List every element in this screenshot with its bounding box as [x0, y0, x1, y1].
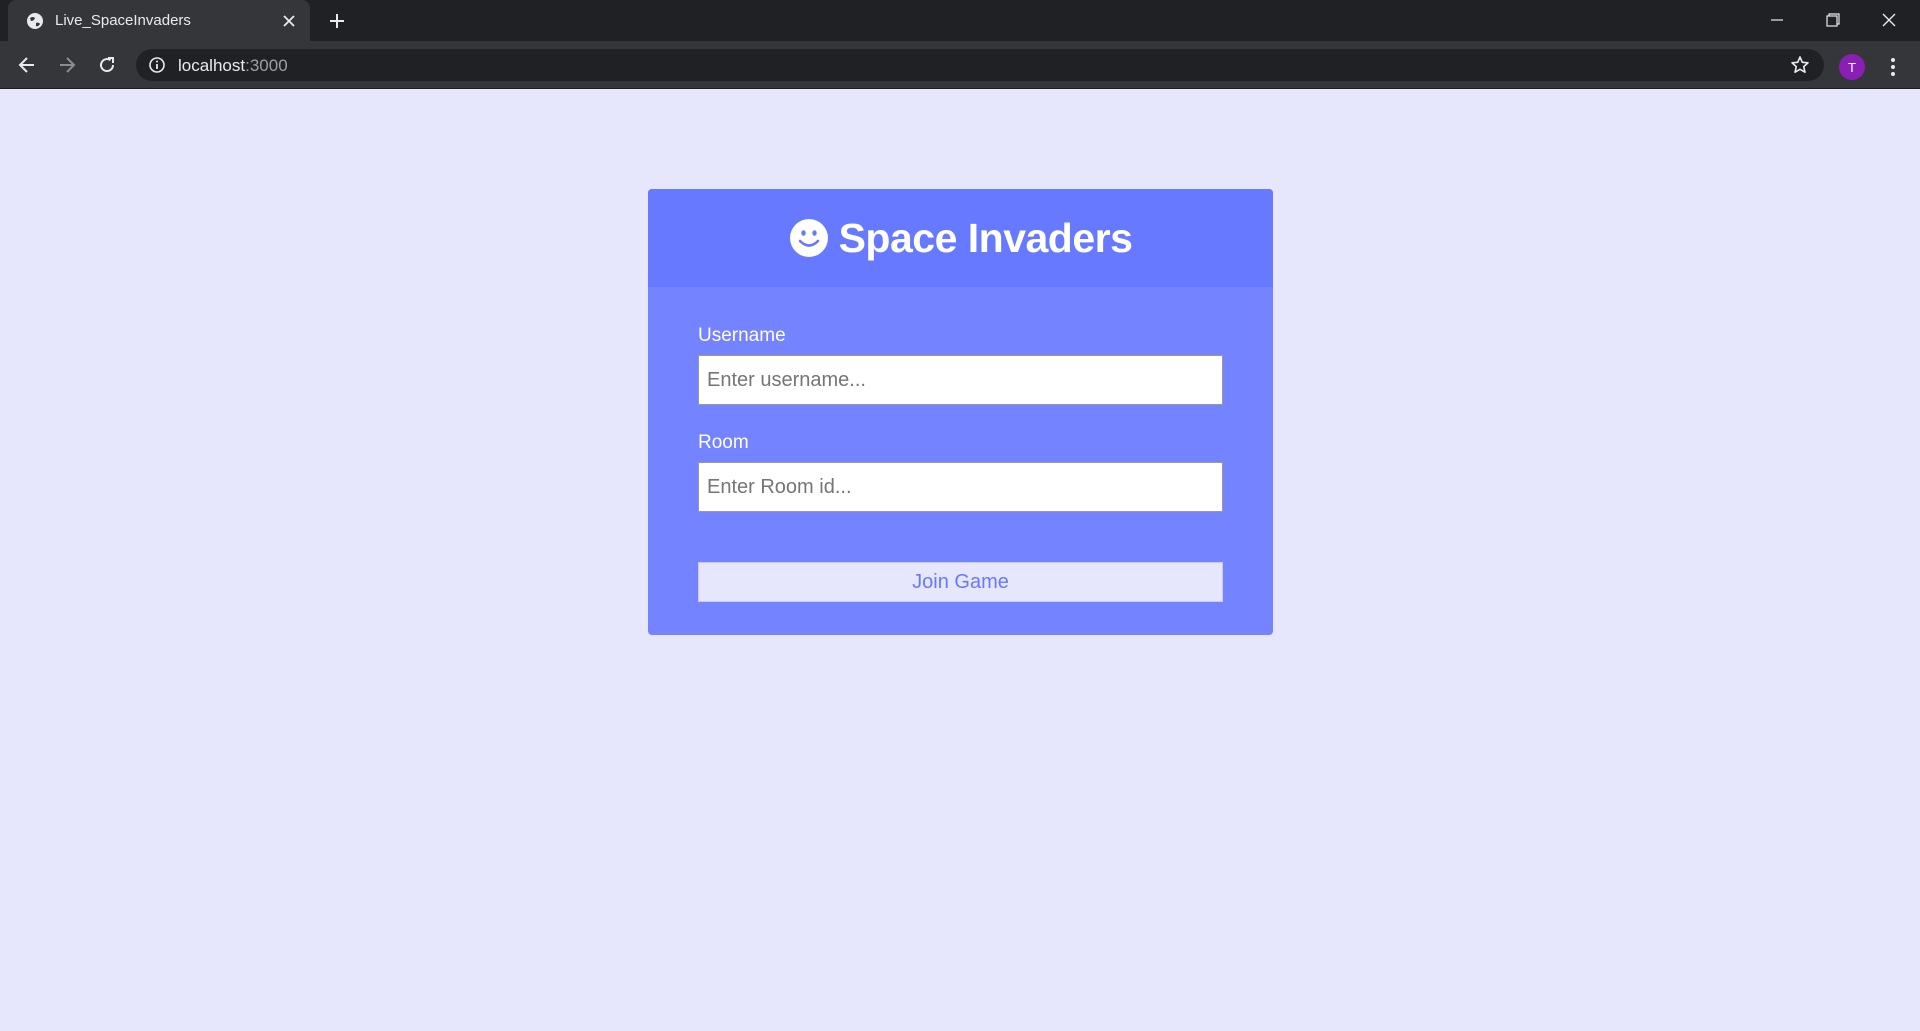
- join-form: Username Room Join Game: [648, 287, 1273, 602]
- url-host: localhost: [178, 56, 246, 75]
- more-menu-icon[interactable]: [1882, 53, 1904, 81]
- close-icon[interactable]: [280, 12, 298, 30]
- new-tab-plus-icon[interactable]: [326, 10, 348, 32]
- window-close-icon[interactable]: [1866, 6, 1912, 34]
- room-input[interactable]: [698, 462, 1223, 512]
- room-label: Room: [698, 432, 749, 453]
- globe-icon: [27, 13, 43, 29]
- browser-tab[interactable]: Live_SpaceInvaders: [8, 0, 310, 41]
- browser-toolbar: localhost:3000 T: [0, 41, 1920, 89]
- info-icon[interactable]: [148, 56, 166, 74]
- card-header: Space Invaders: [648, 189, 1273, 287]
- join-card: Space Invaders Username Room Join Game: [648, 189, 1273, 635]
- address-bar[interactable]: localhost:3000: [136, 49, 1824, 81]
- reload-icon[interactable]: [92, 50, 122, 80]
- bookmark-star-icon[interactable]: [1790, 55, 1810, 75]
- smiley-icon: [789, 219, 828, 257]
- restore-icon[interactable]: [1810, 6, 1856, 34]
- tab-title: Live_SpaceInvaders: [55, 12, 191, 29]
- profile-avatar[interactable]: T: [1839, 54, 1865, 80]
- forward-arrow-icon[interactable]: [52, 50, 82, 80]
- page-title: Space Invaders: [838, 214, 1133, 261]
- back-arrow-icon[interactable]: [12, 50, 42, 80]
- browser-tabstrip: Live_SpaceInvaders: [0, 0, 1920, 41]
- url-text: localhost:3000: [178, 56, 288, 76]
- url-port: :3000: [245, 56, 288, 75]
- username-label: Username: [698, 325, 786, 346]
- username-input[interactable]: [698, 355, 1223, 405]
- join-game-button[interactable]: Join Game: [698, 562, 1223, 602]
- minimize-icon[interactable]: [1754, 6, 1800, 34]
- page-content: Space Invaders Username Room Join Game: [0, 89, 1920, 1031]
